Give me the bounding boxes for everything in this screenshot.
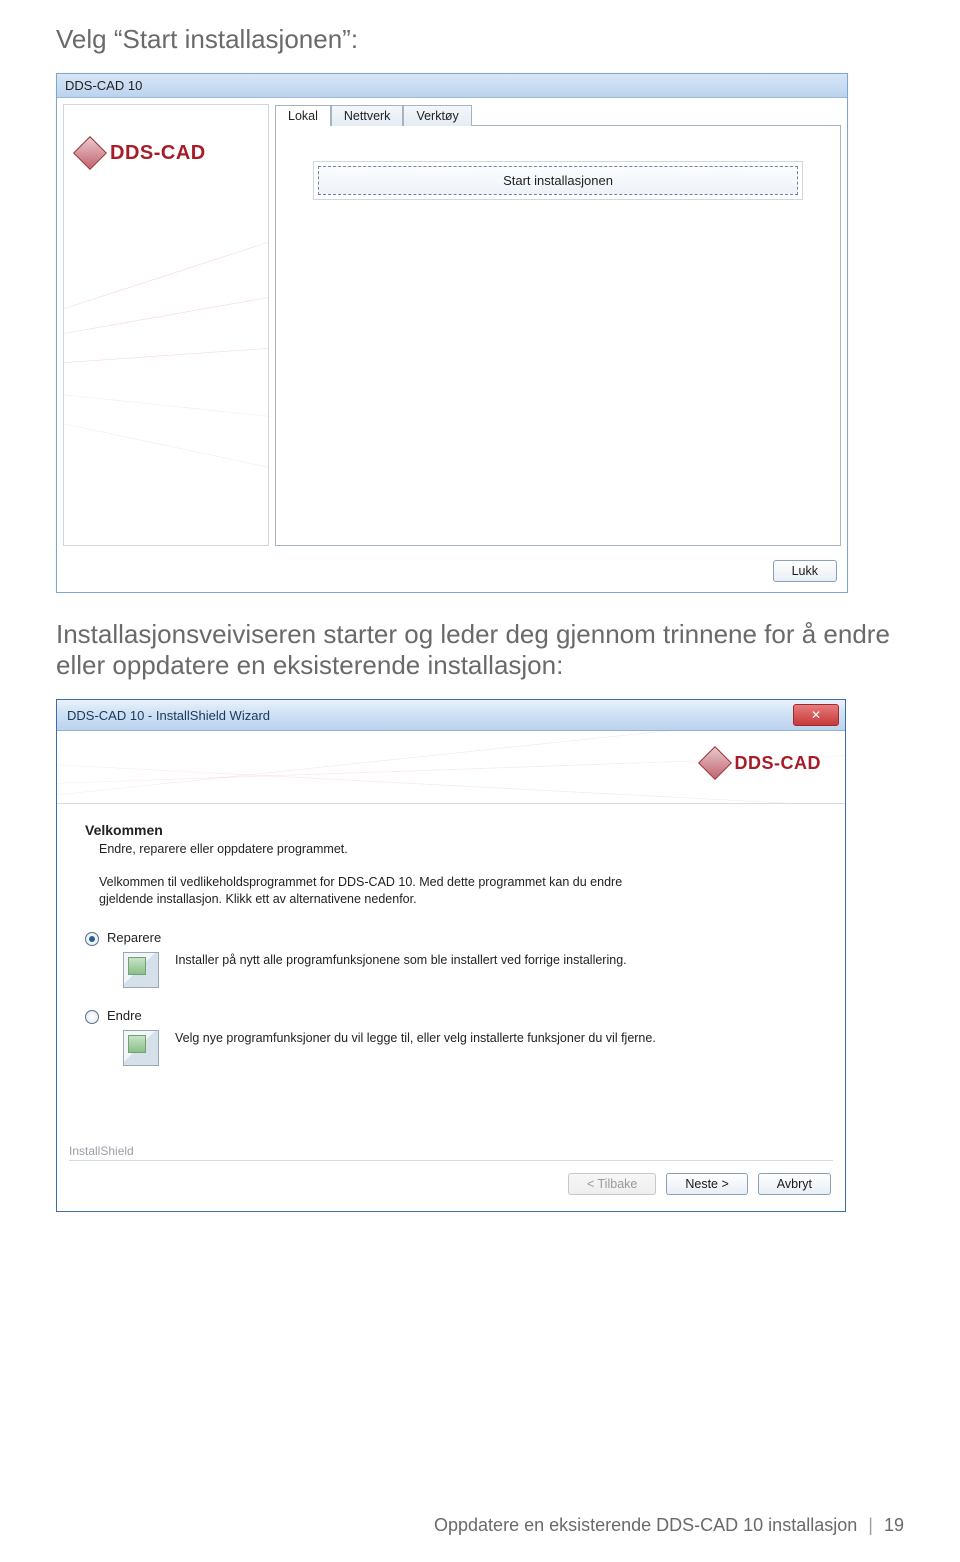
launcher-sidebar: DDS-CAD [63,104,269,546]
radio-icon[interactable] [85,932,99,946]
option-endre-label: Endre [107,1008,142,1023]
brand-icon [73,136,107,170]
launcher-tabs: Lokal Nettverk Verktøy [275,104,841,125]
wizard-brand: DDS-CAD [703,751,822,775]
footer-text: Oppdatere en eksisterende DDS-CAD 10 ins… [434,1515,857,1535]
instruction-2: Installasjonsveiviseren starter og leder… [56,619,904,681]
launcher-window-title: DDS-CAD 10 [57,74,847,98]
page-footer: Oppdatere en eksisterende DDS-CAD 10 ins… [434,1515,904,1536]
package-icon [123,1030,159,1066]
close-button[interactable]: Lukk [773,560,837,582]
back-button: < Tilbake [568,1173,656,1195]
brand-text: DDS-CAD [110,142,206,165]
option-endre[interactable]: Endre [85,1008,817,1024]
option-reparere[interactable]: Reparere [85,930,817,946]
wizard-subheading: Endre, reparere eller oppdatere programm… [99,842,817,856]
start-install-button[interactable]: Start installasjonen [318,166,798,195]
brand-icon [698,746,732,780]
brand-text: DDS-CAD [735,753,822,774]
window-close-icon[interactable]: ✕ [793,704,839,726]
wizard-window-title: DDS-CAD 10 - InstallShield Wizard [67,708,270,723]
wizard-titlebar: DDS-CAD 10 - InstallShield Wizard ✕ [57,700,845,731]
launcher-tab-content: Start installasjonen [275,125,841,546]
installshield-label: InstallShield [57,1144,845,1160]
option-endre-text: Velg nye programfunksjoner du vil legge … [175,1030,656,1047]
package-icon [123,952,159,988]
wizard-header: DDS-CAD [57,731,845,804]
cancel-button[interactable]: Avbryt [758,1173,831,1195]
brand-logo: DDS-CAD [78,141,206,165]
tab-nettverk[interactable]: Nettverk [331,105,404,126]
tab-lokal[interactable]: Lokal [275,105,331,126]
option-reparere-label: Reparere [107,930,161,945]
page-number: 19 [884,1515,904,1535]
wizard-description: Velkommen til vedlikeholdsprogrammet for… [99,874,659,908]
wizard-window: DDS-CAD 10 - InstallShield Wizard ✕ DDS-… [56,699,846,1212]
wizard-heading: Velkommen [85,822,817,838]
radio-icon[interactable] [85,1010,99,1024]
launcher-window: DDS-CAD 10 DDS-CAD Lokal Nettverk Verktø… [56,73,848,593]
tab-verktoy[interactable]: Verktøy [403,105,471,126]
instruction-1: Velg “Start installasjonen”: [56,24,904,55]
next-button[interactable]: Neste > [666,1173,747,1195]
option-reparere-text: Installer på nytt alle programfunksjonen… [175,952,627,969]
